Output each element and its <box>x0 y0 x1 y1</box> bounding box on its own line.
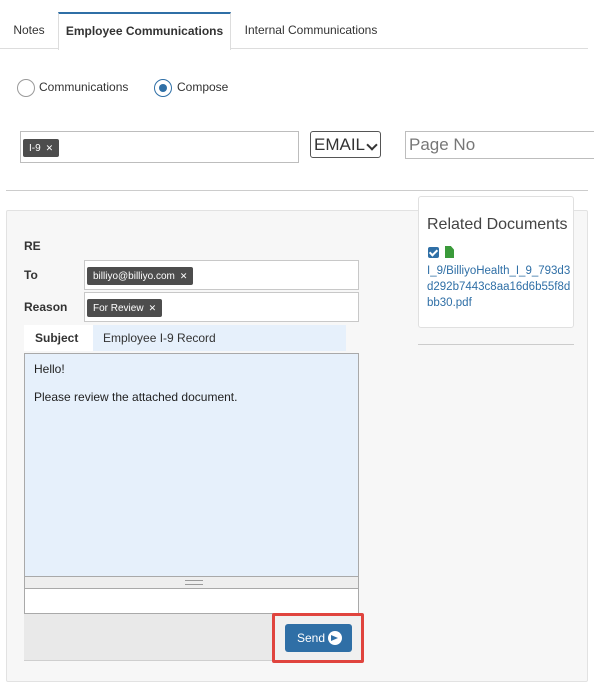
editor-footer <box>24 589 359 614</box>
communications-tab-bar: Notes Employee Communications Internal C… <box>0 12 588 50</box>
reason-field[interactable]: For Review ✕ <box>84 292 359 322</box>
file-icon <box>445 246 454 258</box>
chevron-down-icon <box>366 139 378 151</box>
recipient-chip: billiyo@billiyo.com ✕ <box>87 267 194 285</box>
grip-icon <box>185 580 203 585</box>
radio-communications[interactable] <box>17 79 35 97</box>
recipient-chip-label: billiyo@billiyo.com <box>93 271 175 282</box>
tab-notes[interactable]: Notes <box>0 12 58 49</box>
send-button[interactable]: Send <box>285 624 352 652</box>
to-field[interactable]: billiyo@billiyo.com ✕ <box>84 260 359 290</box>
subject-label: Subject <box>35 331 79 345</box>
editor-resize-handle[interactable] <box>24 577 359 589</box>
remove-reason-icon[interactable]: ✕ <box>149 303 157 313</box>
subject-field[interactable]: Employee I-9 Record <box>93 325 346 351</box>
communication-type-select[interactable]: EMAIL <box>310 131 381 158</box>
tag-chip-label: I-9 <box>29 143 41 154</box>
reason-label: Reason <box>24 300 68 314</box>
radio-communications-label[interactable]: Communications <box>39 80 128 94</box>
document-checkbox[interactable] <box>428 247 439 258</box>
divider <box>418 344 574 345</box>
tag-chip: I-9 ✕ <box>23 139 60 157</box>
arrow-circle-right-icon <box>328 631 342 645</box>
page-no-placeholder: Page No <box>409 135 476 154</box>
related-document-link[interactable]: I_9/BilliyoHealth_I_9_793d3d292b7443c8aa… <box>427 263 572 311</box>
tab-employee-communications[interactable]: Employee Communications <box>58 12 231 50</box>
body-line: Hello! <box>34 362 65 376</box>
body-line: Please review the attached document. <box>34 390 238 404</box>
communication-type-value: EMAIL <box>314 135 366 154</box>
related-documents-panel: Related Documents I_9/BilliyoHealth_I_9_… <box>418 196 574 328</box>
remove-tag-icon[interactable]: ✕ <box>46 143 54 153</box>
document-tag-input[interactable]: I-9 ✕ <box>20 131 299 163</box>
re-label: RE <box>24 239 41 253</box>
reason-chip: For Review ✕ <box>87 299 163 317</box>
radio-compose-label[interactable]: Compose <box>177 80 228 94</box>
subject-row: Subject Employee I-9 Record <box>24 325 346 351</box>
send-button-label: Send <box>297 631 326 645</box>
remove-recipient-icon[interactable]: ✕ <box>180 271 188 281</box>
related-documents-title: Related Documents <box>427 216 568 233</box>
tab-internal-communications[interactable]: Internal Communications <box>231 12 391 49</box>
divider <box>6 190 588 191</box>
mode-selector: Communications Compose <box>6 58 588 118</box>
reason-chip-label: For Review <box>93 303 144 314</box>
radio-compose[interactable] <box>154 79 172 97</box>
page-no-input[interactable]: Page No <box>405 131 594 159</box>
to-label: To <box>24 268 38 282</box>
message-body-editor[interactable]: Hello! Please review the attached docume… <box>24 353 359 577</box>
